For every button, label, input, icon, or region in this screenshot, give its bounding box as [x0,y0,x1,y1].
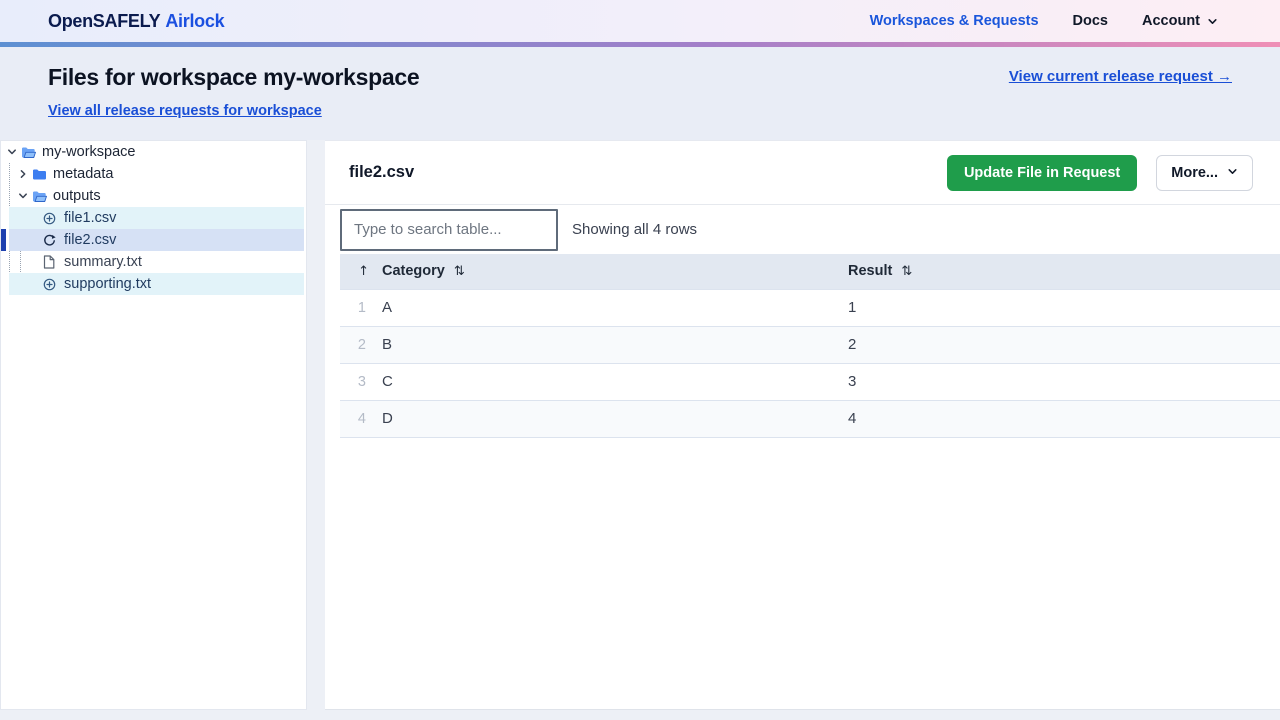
app-header: OpenSAFELYAirlock Workspaces & Requests … [0,0,1280,42]
csv-preview-table: ↑ Category⇅ Result⇅ 1 A 1 2 B 2 3 C 3 [340,254,1280,438]
circle-plus-icon [43,278,59,291]
sort-ascending-icon: ↑ [358,264,369,279]
more-actions-button[interactable]: More... [1156,155,1253,191]
category-cell: B [382,326,848,363]
current-release-request-link[interactable]: View current release request → [1009,68,1232,85]
tree-item-label: metadata [53,166,113,182]
folder-open-icon [32,190,48,203]
file-tree-sidebar: my-workspace metadata outputs file1.csv … [0,140,307,710]
chevron-down-icon[interactable] [16,191,29,201]
row-number-cell: 2 [340,326,382,363]
tree-item-label: file2.csv [64,232,116,248]
app-logo[interactable]: OpenSAFELYAirlock [48,11,224,32]
column-header-result[interactable]: Result⇅ [848,254,1280,289]
row-number-cell: 4 [340,400,382,437]
row-number-sort-header[interactable]: ↑ [340,254,382,289]
tree-item-supporting-txt[interactable]: supporting.txt [9,273,304,295]
table-search-input[interactable] [340,209,558,251]
brand-airlock: Airlock [165,11,224,31]
workspace-title-section: Files for workspace my-workspace View al… [0,47,1280,140]
chevron-right-icon[interactable] [16,169,29,179]
chevron-down-icon[interactable] [5,147,18,157]
column-header-category[interactable]: Category⇅ [382,254,848,289]
tree-item-my-workspace[interactable]: my-workspace [1,141,306,163]
tree-item-label: summary.txt [64,254,142,270]
row-number-cell: 1 [340,289,382,326]
tree-item-summary-txt[interactable]: summary.txt [1,251,306,273]
nav-docs[interactable]: Docs [1073,13,1108,29]
table-row: 4 D 4 [340,400,1280,437]
table-row: 1 A 1 [340,289,1280,326]
more-button-label: More... [1171,165,1218,181]
nav-account-menu[interactable]: Account [1142,13,1218,29]
tree-item-file1-csv[interactable]: file1.csv [9,207,304,229]
table-header-row: ↑ Category⇅ Result⇅ [340,254,1280,289]
all-release-requests-link[interactable]: View all release requests for workspace [48,103,322,119]
file-panel-header: file2.csv Update File in Request More... [325,141,1280,205]
refresh-icon [43,234,59,247]
file-preview-panel: file2.csv Update File in Request More...… [325,140,1280,710]
folder-closed-icon [32,168,48,181]
result-cell: 4 [848,400,1280,437]
chevron-down-icon [1227,165,1238,181]
result-cell: 2 [848,326,1280,363]
rows-count-status: Showing all 4 rows [572,221,697,238]
circle-plus-icon [43,212,59,225]
table-row: 3 C 3 [340,363,1280,400]
update-file-in-request-button[interactable]: Update File in Request [947,155,1137,191]
top-nav: Workspaces & Requests Docs Account [870,13,1218,29]
table-toolbar: Showing all 4 rows [325,205,1280,254]
tree-item-metadata[interactable]: metadata [1,163,306,185]
document-icon [43,255,59,269]
sort-toggle-icon: ⇅ [454,264,465,279]
folder-open-icon [21,146,37,159]
chevron-down-icon [1207,16,1218,27]
brand-opensafely: OpenSAFELY [48,11,160,31]
file-name-title: file2.csv [349,163,947,182]
sort-toggle-icon: ⇅ [901,264,912,279]
result-cell: 3 [848,363,1280,400]
category-cell: C [382,363,848,400]
row-number-cell: 3 [340,363,382,400]
tree-item-file2-csv[interactable]: file2.csv [9,229,304,251]
table-row: 2 B 2 [340,326,1280,363]
tree-item-label: my-workspace [42,144,135,160]
tree-item-label: outputs [53,188,101,204]
category-cell: A [382,289,848,326]
nav-workspaces-requests[interactable]: Workspaces & Requests [870,13,1039,29]
category-cell: D [382,400,848,437]
result-cell: 1 [848,289,1280,326]
tree-item-label: file1.csv [64,210,116,226]
tree-item-outputs[interactable]: outputs [1,185,306,207]
nav-account-label: Account [1142,13,1200,29]
tree-item-label: supporting.txt [64,276,151,292]
